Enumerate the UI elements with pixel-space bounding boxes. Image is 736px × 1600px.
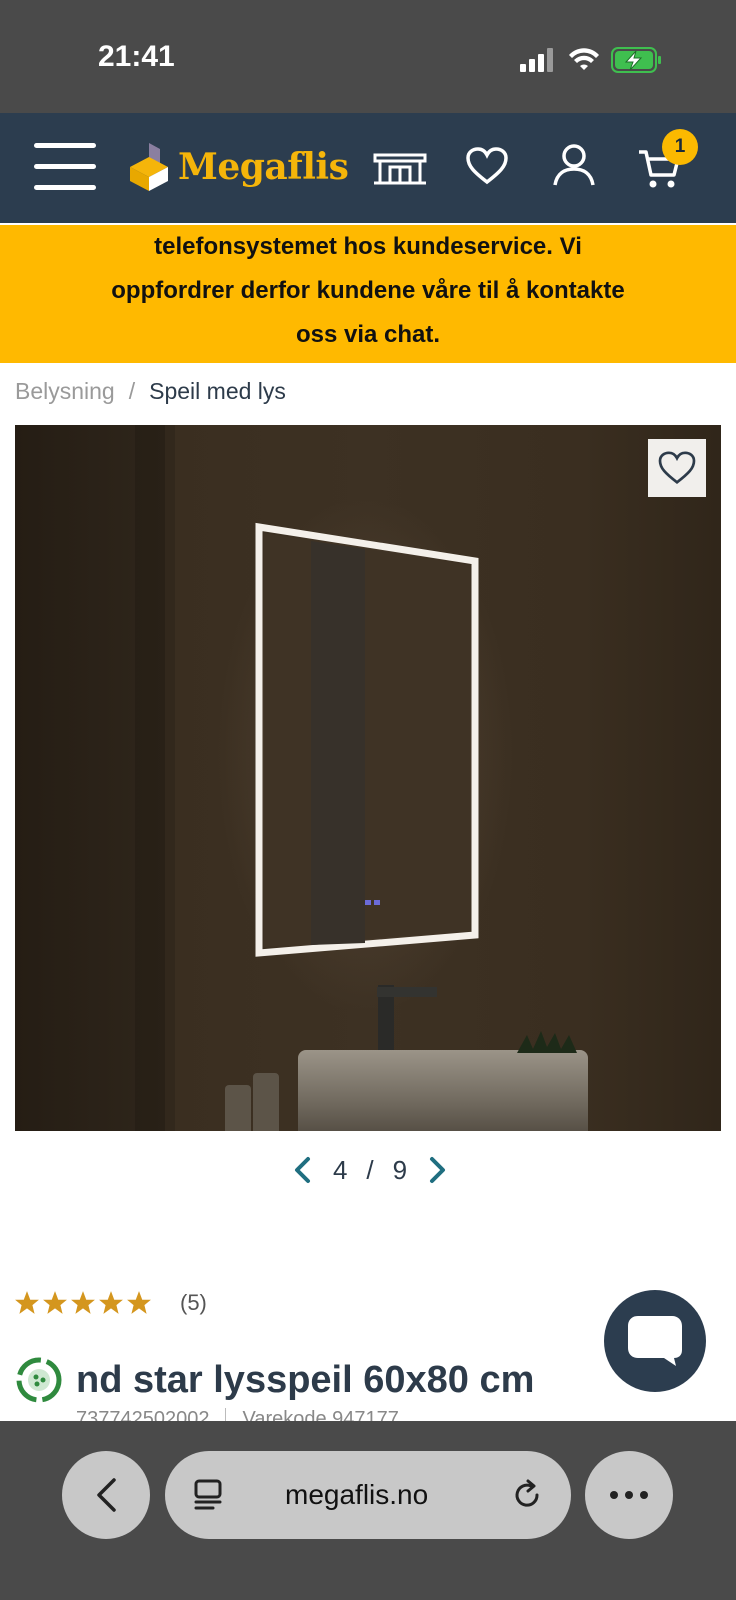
battery-charging-icon xyxy=(611,47,661,73)
star-icon xyxy=(99,1291,123,1314)
product-image[interactable] xyxy=(15,425,721,1131)
gallery-pager: 4 / 9 xyxy=(290,1150,450,1190)
account-icon[interactable] xyxy=(552,143,596,187)
reload-icon[interactable] xyxy=(511,1479,543,1511)
sustainability-badge-icon xyxy=(16,1357,62,1403)
browser-more-button[interactable] xyxy=(585,1451,673,1539)
star-icon xyxy=(15,1291,39,1314)
review-count: (5) xyxy=(180,1290,207,1315)
breadcrumb-parent-link[interactable]: Belysning xyxy=(15,378,115,405)
browser-toolbar: megaflis.no xyxy=(0,1421,736,1600)
star-icon xyxy=(71,1291,95,1314)
star-icon xyxy=(43,1291,67,1314)
url-text: megaflis.no xyxy=(285,1479,429,1510)
add-to-wishlist-button[interactable] xyxy=(648,439,706,497)
notice-line: oss via chat. xyxy=(295,321,441,348)
more-dots-icon xyxy=(610,1491,648,1499)
wishlist-heart-icon[interactable] xyxy=(466,147,508,185)
notice-banner: telefonsystemet hos kundeservice. Vi opp… xyxy=(0,225,736,363)
status-icons xyxy=(520,47,661,73)
product-rating[interactable]: (5) xyxy=(14,1290,207,1316)
signal-icon xyxy=(520,48,553,72)
chevron-right-icon xyxy=(429,1157,445,1183)
address-bar[interactable]: megaflis.no xyxy=(165,1451,571,1539)
sink xyxy=(298,1050,588,1131)
hamburger-icon xyxy=(34,143,96,148)
browser-back-button[interactable] xyxy=(62,1451,150,1539)
star-icon xyxy=(127,1291,151,1314)
cart-count-badge: 1 xyxy=(662,129,698,165)
gallery-separator: / xyxy=(366,1154,374,1185)
tab-overview-icon[interactable] xyxy=(193,1479,223,1511)
chevron-left-icon xyxy=(97,1478,116,1512)
product-title-row: nd star lysspeil 60x80 cm xyxy=(14,1355,534,1405)
chat-bubble-icon xyxy=(628,1316,682,1366)
gallery-current: 4 xyxy=(332,1154,348,1185)
notice-line: oppfordrer derfor kundene våre til å kon… xyxy=(111,277,625,304)
chevron-left-icon xyxy=(295,1157,310,1183)
next-image-button[interactable] xyxy=(426,1154,450,1186)
wifi-icon xyxy=(569,48,599,70)
status-time: 21:41 xyxy=(98,40,175,73)
mirror-illustration xyxy=(255,522,479,957)
logo-mark-icon xyxy=(130,143,168,191)
chat-button[interactable] xyxy=(604,1290,706,1392)
gallery-total: 9 xyxy=(392,1154,408,1185)
site-header: Megaflis 1 xyxy=(0,113,736,223)
menu-button[interactable] xyxy=(34,143,98,191)
rating-stars xyxy=(14,1290,152,1316)
logo[interactable]: Megaflis xyxy=(128,137,349,197)
notice-line: telefonsystemet hos kundeservice. Vi xyxy=(154,233,582,260)
heart-icon xyxy=(658,451,696,485)
status-bar: 21:41 xyxy=(0,0,736,113)
logo-text: Megaflis xyxy=(178,146,349,188)
breadcrumb-separator: / xyxy=(128,378,136,404)
product-title: nd star lysspeil 60x80 cm xyxy=(76,1358,535,1401)
breadcrumb: Belysning / Speil med lys xyxy=(15,378,286,405)
store-icon[interactable] xyxy=(372,153,428,185)
breadcrumb-current: Speil med lys xyxy=(149,378,286,404)
previous-image-button[interactable] xyxy=(290,1154,314,1186)
